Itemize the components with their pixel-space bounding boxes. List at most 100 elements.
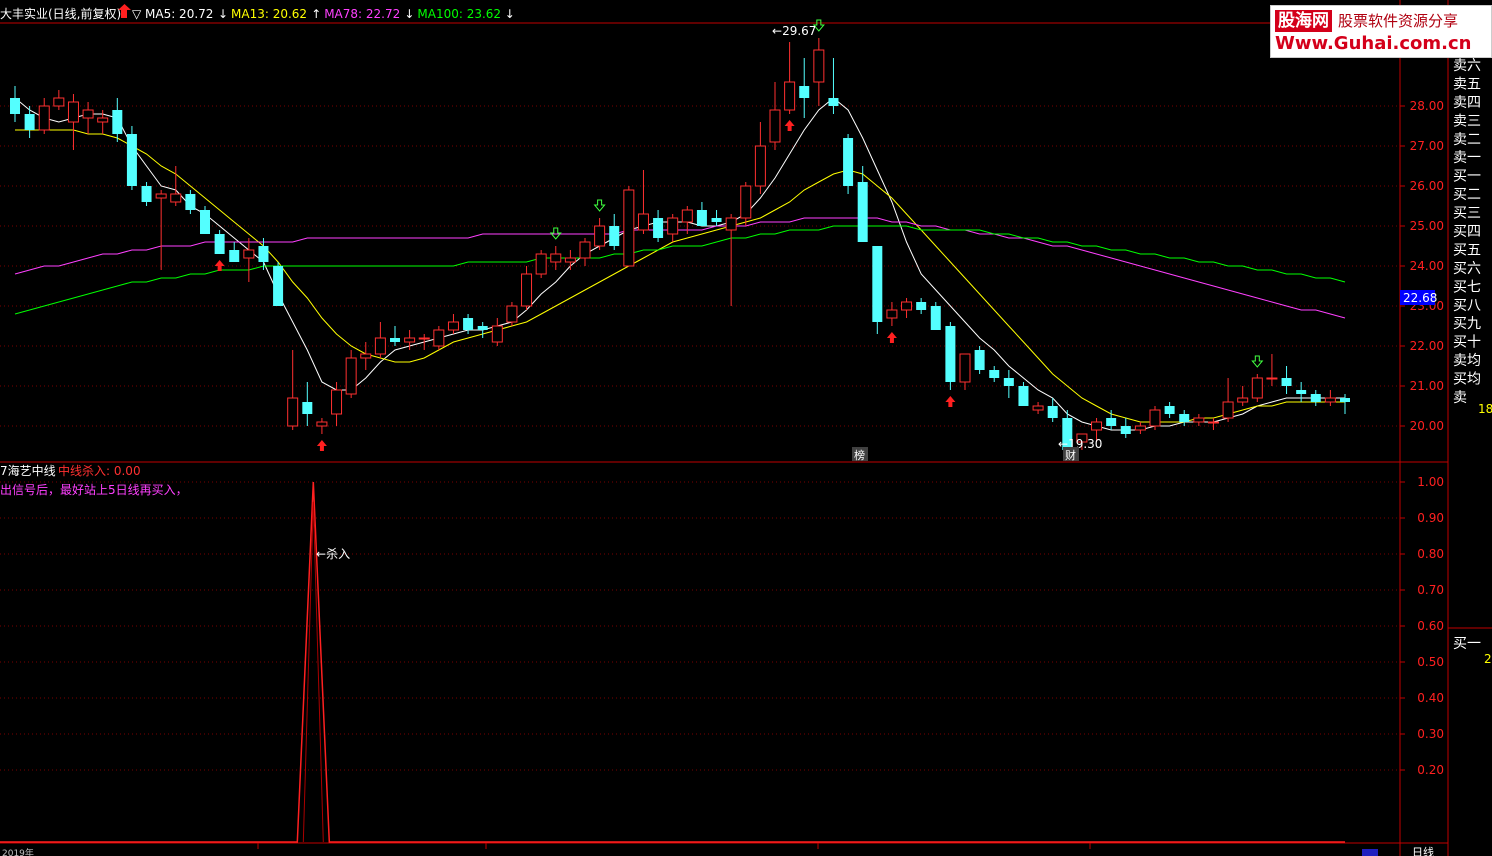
indicator-tick-label: 0.70 xyxy=(1417,583,1444,597)
candle-body xyxy=(10,98,20,114)
guhai-logo[interactable]: 股海网 股票软件资源分享 Www.Guhai.com.cn xyxy=(1270,5,1492,58)
ma-legend: MA5: 20.72 ↓ MA13: 20.62 ↑ MA78: 22.72 ↓ MA100… xyxy=(145,7,515,21)
candle-body xyxy=(463,318,474,330)
orderbook-row-label[interactable]: 买七 xyxy=(1453,279,1481,295)
indicator-tick-label: 0.50 xyxy=(1417,655,1444,669)
candle-body xyxy=(185,194,196,210)
orderbook-row-label[interactable]: 卖三 xyxy=(1453,113,1481,129)
orderbook-row-label[interactable]: 买一 xyxy=(1453,169,1481,185)
orderbook-row-label[interactable]: 买十 xyxy=(1453,335,1481,351)
candle xyxy=(769,82,781,150)
orderbook-row-label[interactable]: 卖一 xyxy=(1453,150,1481,166)
buy-arrow-icon xyxy=(886,332,897,343)
candlesticks xyxy=(10,38,1350,450)
candle xyxy=(623,186,635,267)
candle xyxy=(1310,390,1321,406)
candle-body xyxy=(667,217,679,235)
candle xyxy=(1134,422,1146,434)
candle-body xyxy=(1310,394,1321,402)
candle xyxy=(53,90,65,110)
candle-body xyxy=(331,389,343,415)
orderbook-row-label[interactable]: 卖五 xyxy=(1453,76,1481,92)
candle-body xyxy=(725,217,737,231)
ma-trend-arrow-icon: ↓ xyxy=(404,7,414,21)
grid-lines xyxy=(0,105,1400,771)
indicator-title[interactable]: 7海艺中线 xyxy=(0,463,56,478)
indicator-note: 出信号后，最好站上5日线再买入， xyxy=(0,483,188,497)
indicator-value: 中线杀入: 0.00 xyxy=(58,463,141,478)
candle-body xyxy=(67,101,79,123)
time-axis-ticks xyxy=(257,843,1091,849)
candle-body xyxy=(38,105,50,131)
orderbook-row-label[interactable]: 卖四 xyxy=(1453,95,1481,111)
ma-trend-arrow-icon: ↓ xyxy=(505,7,515,21)
indicator-tick-label: 0.90 xyxy=(1417,511,1444,525)
candle-body xyxy=(316,421,328,427)
candle xyxy=(1003,370,1014,398)
orderbook-row-label[interactable]: 买均 xyxy=(1453,372,1481,388)
candle xyxy=(725,214,737,306)
candle xyxy=(390,326,400,346)
current-price-text: 22.68 xyxy=(1403,291,1437,305)
orderbook-lower-label[interactable]: 买一 xyxy=(1453,636,1481,652)
stock-chart-canvas[interactable]: 28.0027.0026.0025.0024.0023.0022.0021.00… xyxy=(0,0,1492,856)
orderbook-row-label[interactable]: 卖六 xyxy=(1453,58,1481,74)
orderbook-row-label[interactable]: 卖均 xyxy=(1453,353,1481,369)
orderbook-row-label[interactable]: 买五 xyxy=(1453,242,1481,258)
orderbook-row-label[interactable]: 买八 xyxy=(1453,298,1481,314)
orderbook-row-label[interactable]: 买六 xyxy=(1453,261,1481,277)
price-tick-label: 25.00 xyxy=(1410,219,1444,233)
candle-body xyxy=(959,353,971,383)
price-tick-label: 22.00 xyxy=(1410,339,1444,353)
candle-body xyxy=(1179,414,1190,422)
candle-body xyxy=(82,109,94,119)
candle-body xyxy=(1266,377,1278,380)
candle-body xyxy=(799,86,810,98)
orderbook-row-label[interactable]: 买九 xyxy=(1453,316,1481,332)
period-label[interactable]: 日线 xyxy=(1412,845,1434,856)
ma-line-ma78 xyxy=(14,217,1346,319)
ma-line-ma100 xyxy=(14,225,1346,315)
candle-body xyxy=(681,209,693,223)
candle xyxy=(1251,374,1263,402)
buy-arrow-icon xyxy=(214,260,225,271)
candle-body xyxy=(1149,409,1161,427)
candle-body xyxy=(857,182,868,242)
stock-title[interactable]: 大丰实业(日线,前复权) xyxy=(0,6,121,21)
candle xyxy=(564,250,576,270)
candle xyxy=(535,250,547,278)
candle-body xyxy=(769,109,781,143)
candle xyxy=(974,346,985,374)
candle-body xyxy=(141,186,152,202)
sell-arrow-icon xyxy=(1251,355,1264,368)
candle-body xyxy=(112,110,123,134)
candle-body xyxy=(273,266,284,306)
orderbook-row-label[interactable]: 买二 xyxy=(1453,187,1481,203)
candle xyxy=(418,334,430,350)
candle-body xyxy=(1003,378,1014,386)
candle-body xyxy=(1207,421,1219,424)
orderbook-row-label[interactable]: 卖二 xyxy=(1453,132,1481,148)
indicator-tick-label: 0.20 xyxy=(1417,763,1444,777)
candle-body xyxy=(1324,397,1336,403)
candle xyxy=(1179,410,1190,426)
candle xyxy=(1222,378,1234,422)
candle-body xyxy=(53,97,65,107)
candle-body xyxy=(1032,405,1044,411)
candle xyxy=(126,126,137,190)
orderbook-row-label[interactable]: 卖 xyxy=(1453,390,1467,406)
candle-body xyxy=(916,302,927,310)
candle-body xyxy=(974,350,985,370)
price-tick-label: 26.00 xyxy=(1410,179,1444,193)
candle-body xyxy=(214,234,225,254)
candle xyxy=(433,326,445,350)
candle xyxy=(637,170,649,234)
candle-body xyxy=(1134,425,1146,431)
orderbook-row-label[interactable]: 买三 xyxy=(1453,206,1481,222)
timeline-scroll-indicator[interactable] xyxy=(1362,849,1378,856)
candle-body xyxy=(872,246,883,322)
order-book: 卖六卖五卖四卖三卖二卖一买一买二买三买四买五买六买七买八买九买十卖均买均卖 xyxy=(1453,58,1481,406)
candle-body xyxy=(989,370,1000,378)
orderbook-row-label[interactable]: 买四 xyxy=(1453,224,1481,240)
candle-body xyxy=(754,145,766,187)
